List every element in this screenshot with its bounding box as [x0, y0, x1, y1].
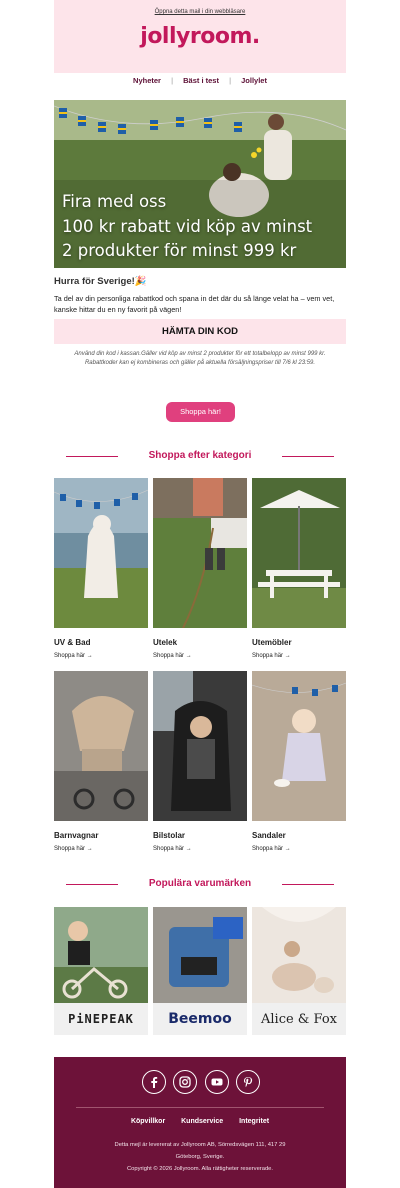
pinterest-icon[interactable] — [235, 1070, 260, 1094]
category-shop-link[interactable]: Shoppa här → — [252, 653, 346, 659]
social-links — [142, 1070, 260, 1094]
top-nav: Nyheter | Bäst i test | Jollylet — [54, 76, 346, 96]
facebook-icon[interactable] — [142, 1070, 166, 1094]
nav-item-bast-i-test[interactable]: Bäst i test — [183, 76, 219, 85]
intro-text: Ta del av din personliga rabattkod och s… — [54, 294, 335, 314]
category-tile-barnvagnar[interactable]: Barnvagnar Shoppa här → — [54, 671, 148, 852]
brand-logo-beemoo: Beemoo — [153, 1003, 247, 1035]
brand-image-pinepeak — [54, 907, 148, 1003]
hero-banner[interactable]: Fira med oss 100 kr rabatt vid köp av mi… — [54, 100, 346, 268]
category-name: Sandaler — [252, 831, 286, 840]
category-image-sandaler — [252, 671, 346, 821]
nav-separator: | — [171, 76, 174, 85]
hero-offer-line-2: 2 produkter för minst 999 kr — [62, 241, 297, 260]
brand-logo-pinepeak: PiNEPEAK — [54, 1003, 148, 1035]
category-tile-bilstolar[interactable]: Bilstolar Shoppa här → — [153, 671, 247, 852]
brand-tile-alice-fox[interactable]: Alice & Fox — [252, 907, 346, 1035]
category-tile-uv-bad[interactable]: UV & Bad Shoppa här → — [54, 478, 148, 659]
footer-link-kopvillkor[interactable]: Köpvillkor — [131, 1118, 165, 1125]
youtube-icon[interactable] — [204, 1070, 229, 1094]
category-image-barnvagnar — [54, 671, 148, 821]
category-shop-link[interactable]: Shoppa här → — [252, 846, 346, 852]
brand-tile-beemoo[interactable]: Beemoo — [153, 907, 247, 1035]
category-name: Utelek — [153, 638, 178, 647]
footer-divider — [76, 1107, 324, 1108]
category-shop-link[interactable]: Shoppa här → — [153, 653, 247, 659]
category-image-uv-bad — [54, 478, 148, 628]
footer-links: Köpvillkor Kundservice Integritet — [54, 1118, 346, 1125]
brands-heading: Populära varumärken — [54, 875, 346, 895]
company-address: Detta mejl är levererat av Jollyroom AB,… — [114, 1142, 286, 1148]
category-image-utemobler — [252, 478, 346, 628]
shop-now-button[interactable]: Shoppa här! — [166, 402, 235, 422]
categories-heading: Shoppa efter kategori — [54, 447, 346, 467]
brand-image-beemoo — [153, 907, 247, 1003]
category-name: UV & Bad — [54, 638, 91, 647]
brand-name: Alice & Fox — [261, 1011, 337, 1027]
category-shop-link[interactable]: Shoppa här → — [153, 846, 247, 852]
brand-name: Beemoo — [168, 1011, 232, 1027]
category-shop-link[interactable]: Shoppa här → — [54, 846, 148, 852]
category-tile-utemobler[interactable]: Utemöbler Shoppa här → — [252, 478, 346, 659]
category-image-bilstolar — [153, 671, 247, 821]
divider-right — [282, 884, 334, 885]
brand-image-alice-fox — [252, 907, 346, 1003]
divider-right — [282, 456, 334, 457]
hero-offer-line-1: 100 kr rabatt vid köp av minst — [62, 217, 313, 236]
footer-link-integritet[interactable]: Integritet — [239, 1118, 269, 1125]
brand-tile-pinepeak[interactable]: PiNEPEAK — [54, 907, 148, 1035]
category-name: Utemöbler — [252, 638, 292, 647]
email-footer: Köpvillkor Kundservice Integritet Detta … — [54, 1057, 346, 1188]
brand-logo-alice-fox: Alice & Fox — [252, 1003, 346, 1035]
nav-separator: | — [229, 76, 232, 85]
hero-title: Fira med oss — [62, 192, 167, 211]
footer-link-kundservice[interactable]: Kundservice — [181, 1118, 223, 1125]
category-image-utelek — [153, 478, 247, 628]
category-tile-utelek[interactable]: Utelek Shoppa här → — [153, 478, 247, 659]
footer-info: Detta mejl är levererat av Jollyroom AB,… — [94, 1139, 306, 1175]
discount-terms: Använd din kod i kassan.Gäller vid köp a… — [74, 351, 326, 366]
copyright: Copyright © 2026 Jollyroom. Alla rättigh… — [126, 1166, 274, 1172]
open-in-browser-link[interactable]: Öppna detta mail i din webbläsare — [54, 0, 346, 15]
brand-name: PiNEPEAK — [68, 1012, 134, 1026]
category-name: Barnvagnar — [54, 831, 99, 840]
nav-item-nyheter[interactable]: Nyheter — [133, 76, 161, 85]
jollyroom-logo[interactable]: jollyroom. — [54, 24, 346, 49]
nav-item-jollylet[interactable]: Jollylet — [241, 76, 267, 85]
category-shop-link[interactable]: Shoppa här → — [54, 653, 148, 659]
get-code-button[interactable]: HÄMTA DIN KOD — [54, 319, 346, 344]
category-name: Bilstolar — [153, 831, 186, 840]
category-tile-sandaler[interactable]: Sandaler Shoppa här → — [252, 671, 346, 852]
greeting-heading: Hurra för Sverige!🎉 — [54, 276, 147, 287]
instagram-icon[interactable] — [173, 1070, 198, 1094]
email-header: Öppna detta mail i din webbläsare jollyr… — [54, 0, 346, 73]
company-city: Göteborg, Sverige. — [175, 1154, 225, 1160]
